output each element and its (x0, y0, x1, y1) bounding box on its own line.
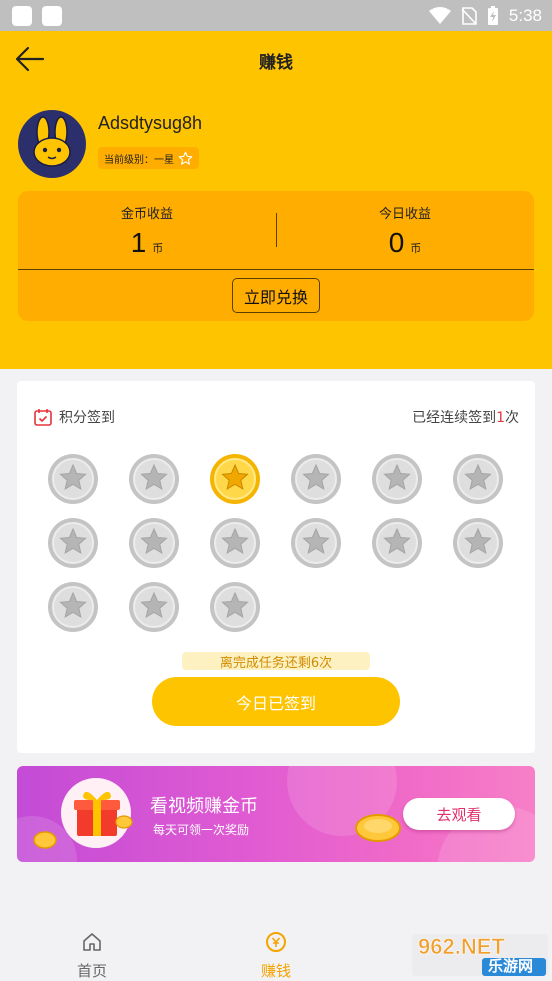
signin-card: 积分签到 已经连续签到1次 离完成任务还剩6次 今日已签到 (17, 381, 535, 753)
notification-icon (12, 6, 32, 26)
signin-day[interactable] (209, 517, 261, 569)
redeem-button[interactable]: 立即兑换 (232, 278, 320, 313)
coin-unit: 币 (152, 243, 164, 255)
coin-icon (115, 815, 133, 829)
bunny-icon (33, 116, 71, 167)
signin-star-grid (47, 453, 517, 643)
signin-day[interactable] (452, 453, 504, 505)
watch-video-button[interactable]: 去观看 (403, 798, 515, 830)
signin-streak: 已经连续签到1次 (412, 407, 519, 427)
signin-day[interactable] (209, 581, 261, 633)
header: 赚钱 Adsdtysug8h 当前级别：一星 金币收益 1币 今日收益 0币 立… (0, 31, 552, 369)
coin-earnings-label: 金币收益 (120, 207, 173, 222)
coin-earnings-value: 1 (130, 227, 147, 258)
signin-day[interactable] (290, 453, 342, 505)
tab-home[interactable]: 首页 (32, 931, 152, 981)
calendar-icon (34, 409, 52, 426)
tab-home-label: 首页 (76, 962, 107, 980)
signin-day[interactable] (290, 517, 342, 569)
signin-title: 积分签到 (59, 410, 115, 426)
gift-icon (74, 791, 120, 836)
coin-earnings: 金币收益 1币 (18, 203, 276, 259)
watermark-text: 乐游网 (488, 957, 534, 975)
level-badge: 当前级别：一星 (98, 147, 199, 169)
battery-charging-icon (487, 6, 498, 25)
signin-day[interactable] (128, 453, 180, 505)
signin-day[interactable] (452, 517, 504, 569)
watch-video-banner[interactable]: 看视频赚金币 每天可领一次奖励 去观看 (17, 766, 535, 862)
star-outline-icon (178, 151, 193, 165)
signin-day[interactable] (128, 581, 180, 633)
signin-header: 积分签到 (33, 407, 115, 427)
tab-earn[interactable]: 赚钱 (216, 931, 336, 981)
signin-day[interactable] (371, 453, 423, 505)
username: Adsdtysug8h (98, 113, 203, 133)
remaining-tasks: 离完成任务还剩6次 (182, 652, 370, 671)
streak-count: 1 (496, 410, 505, 426)
avatar[interactable] (18, 110, 86, 178)
divider (18, 269, 534, 270)
clock: 5:38 (508, 6, 542, 25)
signin-day[interactable] (47, 581, 99, 633)
home-icon (83, 933, 101, 951)
page-title: 赚钱 (259, 53, 293, 73)
signin-day[interactable] (128, 517, 180, 569)
signed-today-button[interactable]: 今日已签到 (152, 677, 400, 726)
level-label: 当前级别：一星 (104, 154, 174, 166)
banner-title: 看视频赚金币 (150, 796, 258, 817)
banner-subtitle: 每天可领一次奖励 (153, 823, 250, 837)
today-earnings-value: 0 (388, 227, 405, 258)
today-earnings: 今日收益 0币 (276, 203, 534, 259)
status-bar: 5:38 (0, 0, 552, 31)
signin-day[interactable] (47, 453, 99, 505)
coin-icon (33, 831, 57, 849)
signin-day-signed[interactable] (209, 453, 261, 505)
signin-day[interactable] (47, 517, 99, 569)
coin-icon (266, 932, 286, 952)
today-earnings-label: 今日收益 (378, 207, 431, 222)
streak-prefix: 已经连续签到 (412, 410, 497, 426)
signin-day[interactable] (371, 517, 423, 569)
earnings-card: 金币收益 1币 今日收益 0币 立即兑换 (18, 191, 534, 321)
no-sim-icon (461, 7, 477, 25)
notification-icon (42, 6, 62, 26)
tab-earn-label: 赚钱 (260, 962, 291, 980)
coin-icon (355, 814, 401, 842)
wifi-icon (428, 7, 451, 24)
streak-suffix: 次 (505, 410, 519, 426)
today-unit: 币 (410, 243, 422, 255)
